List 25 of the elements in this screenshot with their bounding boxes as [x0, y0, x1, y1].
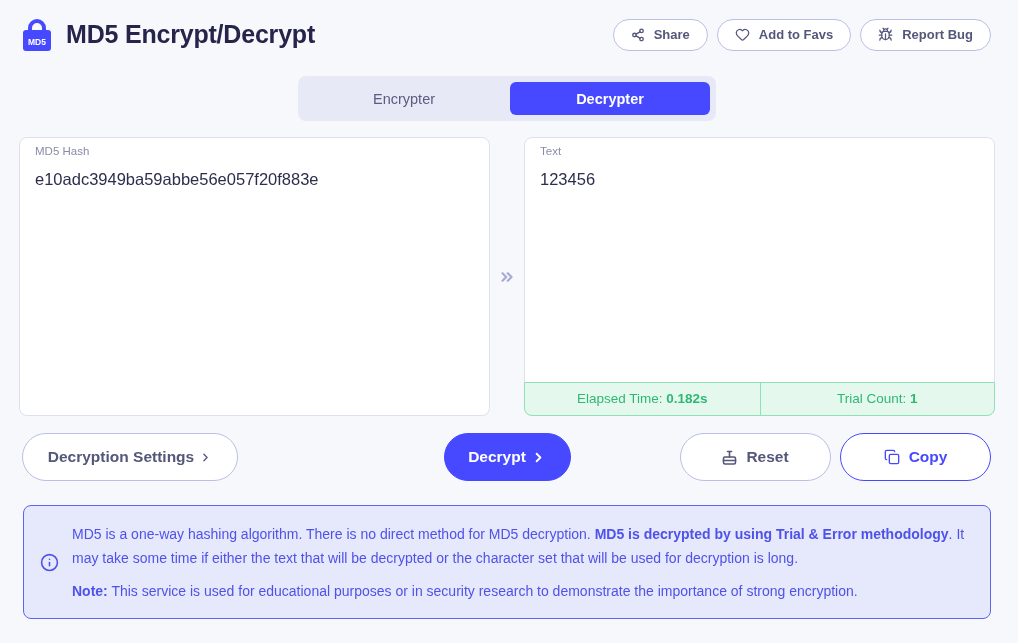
copy-icon — [883, 449, 900, 465]
hash-input[interactable]: e10adc3949ba59abbe56e057f20f883e — [20, 157, 489, 415]
info-text: MD5 is a one-way hashing algorithm. There is no direct method for MD5 decryption. MD5 is decrypted by using Trial & Error methodology. It may take some time if either the text that will be decrypted or the character set that will be used for decryption is long. — [72, 524, 966, 568]
mode-tab[interactable]: Encrypter — [304, 82, 504, 115]
share-button[interactable]: Share — [612, 18, 708, 51]
stamp-icon — [722, 449, 738, 465]
text-output-field[interactable]: 123456 — [525, 157, 994, 382]
field-label: MD5 Hash — [35, 145, 90, 157]
lock-logo: MD5 — [23, 18, 51, 51]
field-label: Text — [540, 145, 562, 157]
result-stat: Elapsed Time: 0.182s — [575, 390, 709, 408]
copy-button[interactable]: Copy — [840, 433, 991, 481]
info-text: Note: This service is used for educational purposes or in security research to demonstrate the importance of strong encryption. — [72, 581, 859, 601]
heart-icon — [734, 27, 750, 42]
share-icon — [630, 27, 645, 42]
bug-button[interactable]: Report Bug — [860, 18, 991, 51]
favorite-button[interactable]: Add to Favs — [716, 18, 852, 51]
info-icon — [40, 552, 59, 572]
page-title: MD5 Encrypt/Decrypt — [66, 20, 316, 49]
decryption-settings-button[interactable]: Decryption Settings — [22, 433, 238, 481]
mode-tab[interactable]: Decrypter — [510, 82, 710, 115]
reset-button[interactable]: Reset — [680, 433, 831, 481]
result-stat: Trial Count: 1 — [759, 383, 994, 415]
bug-icon — [878, 27, 894, 42]
decrypt-button[interactable]: Decrypt — [443, 433, 571, 481]
